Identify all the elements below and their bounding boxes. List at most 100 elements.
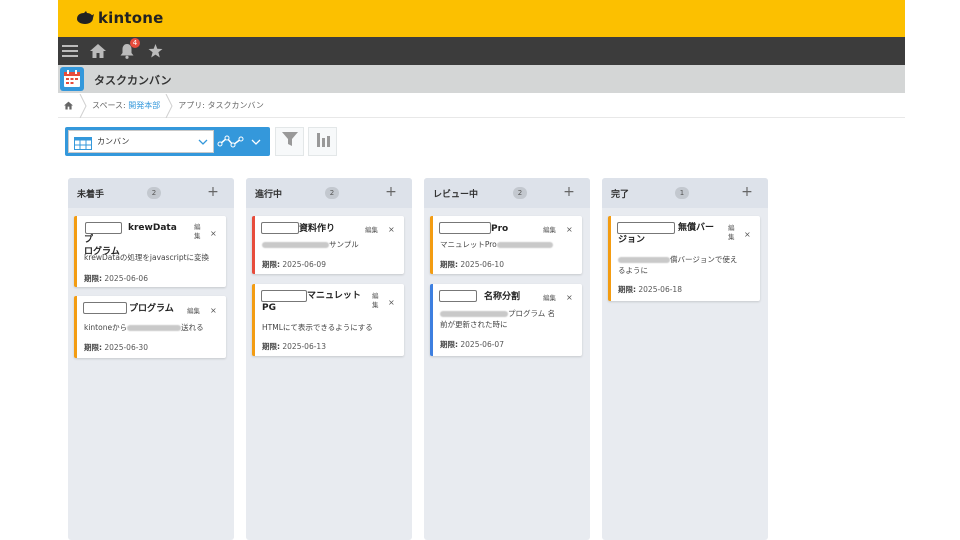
task-card[interactable]: 無償バー ジョン 編集 × 償バージョンで使えるように 期限: 2025-06-… — [608, 216, 760, 301]
breadcrumb-space-link[interactable]: 開発本部 — [128, 101, 160, 110]
app-title: タスクカンバン — [94, 74, 172, 87]
card-due-date: 期限: 2025-06-18 — [618, 284, 682, 295]
graph-chevron-down-icon[interactable] — [249, 134, 263, 148]
due-label: 期限: — [84, 343, 102, 352]
desc-prefix: kintoneから — [84, 323, 128, 332]
kintone-logo[interactable]: kintone — [76, 8, 164, 28]
page-margin-right — [905, 0, 960, 540]
kintone-cat-icon — [76, 11, 95, 25]
task-card[interactable]: マニュレット PG 編集 × HTMLにて表示できるようにする 期限: 2025… — [252, 284, 404, 356]
home-icon[interactable] — [88, 41, 108, 61]
due-label: 期限: — [262, 342, 280, 351]
redacted-text — [83, 302, 127, 314]
card-due-date: 期限: 2025-06-30 — [84, 342, 148, 353]
logo-text: kintone — [98, 9, 164, 27]
add-card-button[interactable]: + — [206, 184, 220, 200]
graph-view-icon[interactable] — [217, 133, 245, 151]
due-label: 期限: — [440, 340, 458, 349]
view-dropdown[interactable]: カンバン — [68, 130, 214, 153]
global-navbar: 4 — [58, 37, 905, 65]
edit-button[interactable]: 編集 — [372, 292, 382, 310]
due-label: 期限: — [84, 274, 102, 283]
card-due-date: 期限: 2025-06-13 — [262, 341, 326, 352]
card-description: サンプル — [262, 239, 402, 250]
card-description: マニュレットPro — [440, 239, 580, 250]
edit-button[interactable]: 編集 — [728, 224, 738, 242]
kintone-app: kintone 4 タスクカンバン スペース: 開発本部 アプリ: タスクカンバ… — [58, 0, 905, 540]
delete-card-button[interactable]: × — [566, 293, 573, 302]
redacted-text — [261, 222, 299, 234]
task-card[interactable]: 名称分割 編集 × プログラム 名前が更新された時に 期限: 2025-06-0… — [430, 284, 582, 356]
card-title-text: 無償バー ジョン — [618, 223, 715, 245]
column-title: 未着手 — [77, 190, 105, 200]
column-count-badge: 2 — [513, 187, 527, 199]
card-description: プログラム 名前が更新された時に — [440, 308, 582, 330]
add-card-button[interactable]: + — [740, 184, 754, 200]
due-value: 2025-06-13 — [282, 342, 326, 351]
breadcrumb-space-prefix: スペース: — [92, 101, 129, 110]
desc-prefix: マニュレットPro — [440, 240, 497, 249]
due-value: 2025-06-30 — [104, 343, 148, 352]
filter-button[interactable] — [275, 127, 304, 156]
graph-button[interactable] — [308, 127, 337, 156]
column-count-badge: 2 — [325, 187, 339, 199]
column-title: 進行中 — [255, 190, 283, 200]
desc-line2: 前が更新された時に — [440, 320, 508, 329]
column-header: 未着手 2 + — [68, 178, 234, 208]
desc-suffix: 償バージョンで使え — [670, 255, 738, 264]
edit-button[interactable]: 編集 — [365, 226, 385, 235]
edit-button[interactable]: 編集 — [194, 223, 204, 241]
star-icon[interactable] — [145, 41, 165, 61]
add-card-button[interactable]: + — [384, 184, 398, 200]
task-card[interactable]: krewDataプ ログラム 編集 × krewDataの処理をjavascri… — [74, 216, 226, 287]
blurred-text — [127, 325, 182, 331]
notification-badge: 4 — [130, 38, 140, 48]
kanban-column-in-progress: 進行中 2 + 資料作り 編集 × サンプル 期限: 2025-06-09 マニ… — [246, 178, 412, 540]
card-title-text: 資料作り — [299, 224, 336, 234]
delete-card-button[interactable]: × — [388, 225, 395, 234]
due-value: 2025-06-18 — [638, 285, 682, 294]
breadcrumb-app-name: タスクカンバン — [207, 101, 264, 110]
delete-card-button[interactable]: × — [566, 225, 573, 234]
card-due-date: 期限: 2025-06-10 — [440, 259, 504, 270]
card-description: HTMLにて表示できるようにする — [262, 323, 373, 332]
delete-card-button[interactable]: × — [210, 306, 217, 315]
card-title-text: プログラム — [129, 304, 174, 314]
redacted-text — [439, 222, 491, 234]
desc-suffix: プログラム 名 — [508, 309, 556, 318]
view-selector: カンバン — [65, 127, 270, 156]
edit-button[interactable]: 編集 — [543, 294, 563, 303]
menu-icon[interactable] — [60, 41, 80, 61]
desc-line2: るように — [618, 266, 648, 275]
task-card[interactable]: Pro 編集 × マニュレットPro 期限: 2025-06-10 — [430, 216, 582, 274]
bell-icon[interactable]: 4 — [117, 38, 140, 61]
card-due-date: 期限: 2025-06-07 — [440, 339, 504, 350]
table-view-icon — [74, 135, 92, 150]
edit-button[interactable]: 編集 — [187, 307, 207, 316]
task-card[interactable]: プログラム 編集 × kintoneから 送れる 期限: 2025-06-30 — [74, 296, 226, 358]
card-title-text: Pro — [491, 224, 509, 234]
blurred-text — [496, 242, 553, 248]
kanban-column-review: レビュー中 2 + Pro 編集 × マニュレットPro 期限: 2025-06… — [424, 178, 590, 540]
breadcrumb-home-icon[interactable] — [58, 94, 78, 118]
blurred-text — [618, 257, 670, 263]
add-card-button[interactable]: + — [562, 184, 576, 200]
breadcrumb-separator-icon — [164, 93, 174, 118]
breadcrumb-app: アプリ: タスクカンバン — [178, 100, 264, 111]
view-label: カンバン — [97, 137, 130, 146]
delete-card-button[interactable]: × — [388, 298, 395, 307]
filter-icon — [281, 132, 298, 151]
bar-chart-icon — [316, 132, 330, 151]
due-label: 期限: — [440, 260, 458, 269]
card-description: krewDataの処理をjavascriptに変換 — [84, 253, 210, 262]
due-value: 2025-06-10 — [460, 260, 504, 269]
card-due-date: 期限: 2025-06-09 — [262, 259, 326, 270]
edit-button[interactable]: 編集 — [543, 226, 563, 235]
delete-card-button[interactable]: × — [210, 229, 217, 238]
card-title-text: マニュレット PG — [262, 291, 361, 313]
task-card[interactable]: 資料作り 編集 × サンプル 期限: 2025-06-09 — [252, 216, 404, 274]
app-title-bar: タスクカンバン — [58, 65, 905, 93]
delete-card-button[interactable]: × — [744, 230, 751, 239]
column-header: 完了 1 + — [602, 178, 768, 208]
column-header: レビュー中 2 + — [424, 178, 590, 208]
